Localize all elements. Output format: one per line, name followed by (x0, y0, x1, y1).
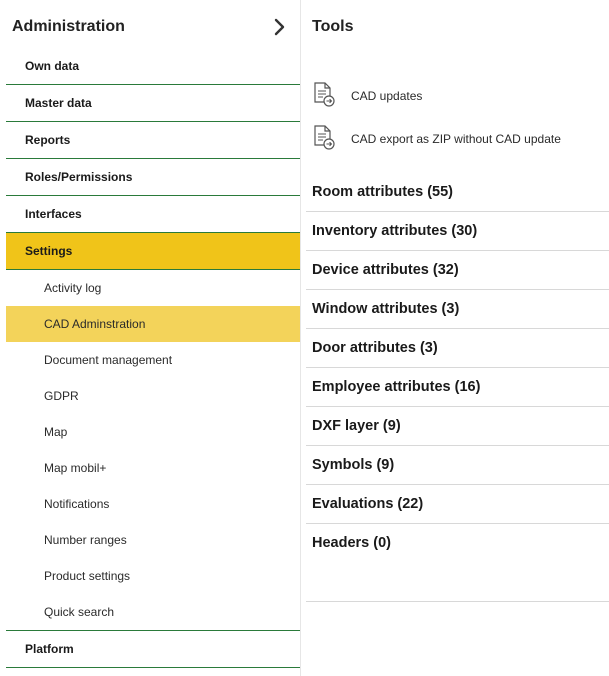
sidebar-subitem-document-management[interactable]: Document management (6, 342, 300, 378)
attr-row-headers[interactable]: Headers (0) (306, 524, 609, 563)
sidebar-item-roles-permissions[interactable]: Roles/Permissions (6, 159, 300, 196)
tool-link-label: CAD export as ZIP without CAD update (351, 132, 561, 146)
sidebar-subitem-label: GDPR (44, 389, 79, 403)
sidebar-item-label: Roles/Permissions (25, 170, 133, 184)
sidebar-item-own-data[interactable]: Own data (6, 48, 300, 85)
attr-row-dxf-layer[interactable]: DXF layer (9) (306, 407, 609, 446)
attr-row-inventory[interactable]: Inventory attributes (30) (306, 212, 609, 251)
sidebar-subitem-map[interactable]: Map (6, 414, 300, 450)
sidebar-header: Administration (0, 0, 301, 48)
chevron-right-icon[interactable] (272, 18, 288, 36)
sidebar-item-master-data[interactable]: Master data (6, 85, 300, 122)
sidebar-item-label: Settings (25, 244, 73, 258)
sidebar-item-label: Master data (25, 96, 92, 110)
attr-row-label: Headers (0) (312, 535, 391, 551)
admin-sidebar: Administration Own data Master data Repo… (0, 0, 301, 676)
sidebar-item-settings[interactable]: Settings (6, 233, 300, 270)
tool-link-cad-export-zip[interactable]: CAD export as ZIP without CAD update (312, 125, 602, 153)
sidebar-item-platform[interactable]: Platform (6, 631, 300, 668)
attr-row-label: Inventory attributes (30) (312, 223, 478, 239)
sidebar-subitem-label: Number ranges (44, 533, 127, 547)
attr-row-label: Evaluations (22) (312, 496, 424, 512)
tools-panel: Tools CAD updates CAD export as ZIP with… (306, 0, 609, 676)
sidebar-item-label: Platform (25, 642, 74, 656)
sidebar-subitem-gdpr[interactable]: GDPR (6, 378, 300, 414)
attr-row-room[interactable]: Room attributes (55) (306, 173, 609, 212)
attr-row-employee[interactable]: Employee attributes (16) (306, 368, 609, 407)
sidebar-subitem-activity-log[interactable]: Activity log (6, 270, 300, 306)
attr-row-label: DXF layer (9) (312, 418, 401, 434)
attr-row-door[interactable]: Door attributes (3) (306, 329, 609, 368)
attr-row-label: Device attributes (32) (312, 262, 459, 278)
sidebar-subitem-product-settings[interactable]: Product settings (6, 558, 300, 594)
sidebar-subitem-cad-administration[interactable]: CAD Adminstration (6, 306, 300, 342)
sidebar-subitem-label: Document management (44, 353, 173, 367)
attr-row-device[interactable]: Device attributes (32) (306, 251, 609, 290)
sidebar-subitem-label: Map (44, 425, 68, 439)
sidebar-subitem-label: Notifications (44, 497, 110, 511)
sidebar-subitem-number-ranges[interactable]: Number ranges (6, 522, 300, 558)
sidebar-subitem-label: CAD Adminstration (44, 317, 146, 331)
document-arrow-icon (314, 125, 335, 150)
tool-link-label: CAD updates (351, 89, 423, 103)
attr-row-symbols[interactable]: Symbols (9) (306, 446, 609, 485)
attr-row-label: Door attributes (3) (312, 340, 438, 356)
attr-row-label: Employee attributes (16) (312, 379, 481, 395)
attr-row-window[interactable]: Window attributes (3) (306, 290, 609, 329)
sidebar-item-interfaces[interactable]: Interfaces (6, 196, 300, 233)
sidebar-subitem-label: Activity log (44, 281, 102, 295)
attr-row-label: Room attributes (55) (312, 184, 453, 200)
attr-row-label: Window attributes (3) (312, 301, 460, 317)
sidebar-subitem-label: Product settings (44, 569, 131, 583)
sidebar-subitem-label: Map mobil+ (44, 461, 107, 475)
sidebar-item-reports[interactable]: Reports (6, 122, 300, 159)
document-arrow-icon (314, 82, 335, 107)
sidebar-title: Administration (12, 18, 125, 35)
divider (306, 601, 609, 602)
tool-link-cad-updates[interactable]: CAD updates (312, 82, 602, 110)
attr-row-label: Symbols (9) (312, 457, 395, 473)
attr-row-evaluations[interactable]: Evaluations (22) (306, 485, 609, 524)
sidebar-subitem-label: Quick search (44, 605, 115, 619)
sidebar-subitem-map-mobil[interactable]: Map mobil+ (6, 450, 300, 486)
sidebar-item-label: Own data (25, 59, 80, 73)
sidebar-item-label: Reports (25, 133, 71, 147)
sidebar-item-label: Interfaces (25, 207, 82, 221)
sidebar-subitem-quick-search[interactable]: Quick search (6, 594, 300, 631)
sidebar-subitem-notifications[interactable]: Notifications (6, 486, 300, 522)
tools-title: Tools (312, 18, 354, 35)
